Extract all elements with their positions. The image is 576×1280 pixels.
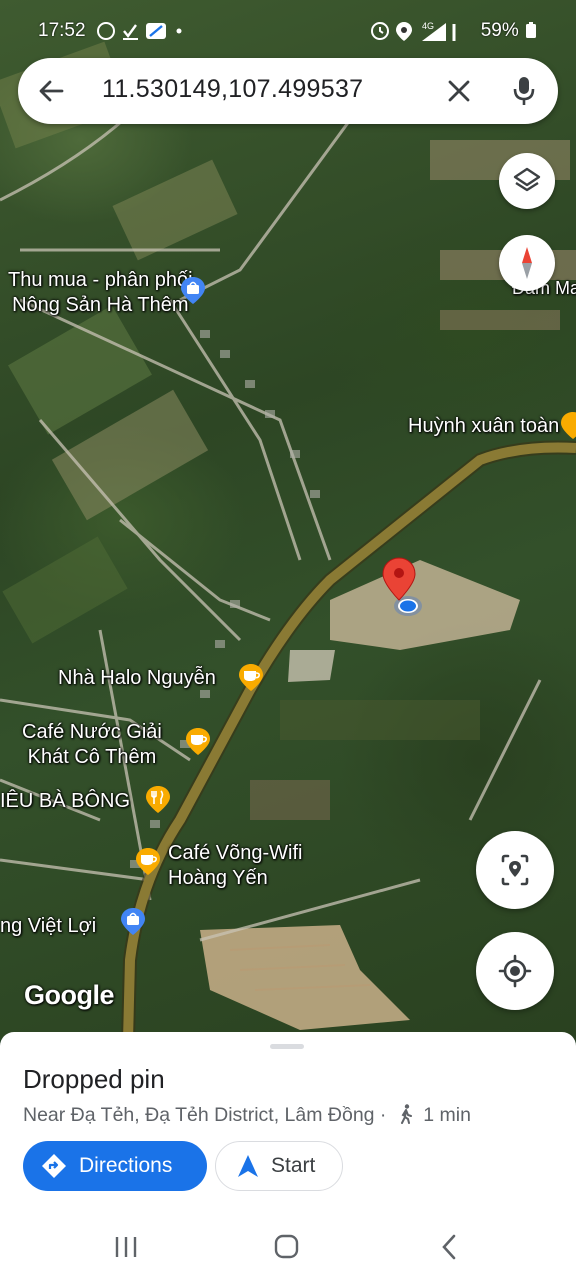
poi-label[interactable]: Café Võng-Wifi Hoàng Yến bbox=[168, 841, 303, 891]
start-label: Start bbox=[271, 1154, 316, 1177]
network-type: 4G bbox=[422, 21, 434, 31]
cafe-icon[interactable] bbox=[558, 410, 576, 440]
street-view-icon bbox=[501, 854, 529, 886]
shopping-bag-icon[interactable] bbox=[178, 275, 208, 305]
status-time: 17:52 bbox=[38, 20, 86, 41]
place-title: Dropped pin bbox=[23, 1064, 165, 1094]
search-input[interactable]: 11.530149,107.499537 bbox=[102, 75, 363, 104]
poi-label[interactable]: Huỳnh xuân toàn bbox=[408, 414, 559, 439]
recent-apps-icon[interactable] bbox=[114, 1236, 138, 1258]
navigation-arrow-icon bbox=[238, 1155, 258, 1177]
my-location-icon bbox=[498, 954, 532, 988]
place-address: Near Đạ Tẻh, Đạ Tẻh District, Lâm Đồng ·… bbox=[23, 1104, 471, 1127]
cafe-icon[interactable] bbox=[236, 662, 266, 692]
notification-icons bbox=[97, 22, 182, 40]
poi-label[interactable]: IÊU BÀ BÔNG bbox=[0, 789, 130, 814]
back-arrow-icon[interactable] bbox=[38, 78, 64, 104]
home-icon[interactable] bbox=[274, 1234, 300, 1260]
my-location-button[interactable] bbox=[476, 932, 554, 1010]
poi-label[interactable]: Café Nước Giải Khát Cô Thêm bbox=[22, 720, 162, 770]
walk-time: 1 min bbox=[423, 1104, 471, 1126]
layers-button[interactable] bbox=[499, 153, 555, 209]
compass-button[interactable] bbox=[499, 235, 555, 291]
status-bar: 17:52 4G 59% bbox=[0, 0, 576, 56]
directions-icon bbox=[42, 1154, 66, 1178]
search-bar[interactable]: 11.530149,107.499537 bbox=[18, 58, 558, 124]
restaurant-icon[interactable] bbox=[143, 784, 173, 814]
start-button[interactable]: Start bbox=[215, 1141, 343, 1191]
street-view-button[interactable] bbox=[476, 831, 554, 909]
poi-label[interactable]: ng Việt Lợi bbox=[0, 914, 96, 939]
cafe-icon[interactable] bbox=[133, 846, 163, 876]
poi-label[interactable]: Nhà Halo Nguyễn bbox=[58, 666, 216, 691]
directions-button[interactable]: Directions bbox=[23, 1141, 207, 1191]
cafe-icon[interactable] bbox=[183, 726, 213, 756]
dropped-pin-icon[interactable] bbox=[378, 556, 426, 620]
back-icon[interactable] bbox=[440, 1234, 458, 1260]
sheet-drag-handle[interactable] bbox=[270, 1044, 304, 1049]
system-nav-bar bbox=[0, 1210, 576, 1280]
directions-label: Directions bbox=[79, 1154, 173, 1177]
battery-level: 59% bbox=[481, 20, 536, 42]
address-text: Near Đạ Tẻh, Đạ Tẻh District, Lâm Đồng · bbox=[23, 1104, 387, 1126]
walking-icon bbox=[400, 1104, 412, 1124]
battery-icon bbox=[526, 22, 536, 38]
compass-icon bbox=[522, 247, 532, 279]
shopping-bag-icon[interactable] bbox=[118, 906, 148, 936]
microphone-icon[interactable] bbox=[512, 75, 536, 107]
system-status-icons: 4G bbox=[371, 21, 456, 41]
poi-label[interactable]: Thu mua - phân phối Nông Sản Hà Thêm bbox=[8, 268, 193, 318]
close-icon[interactable] bbox=[446, 78, 472, 104]
layers-icon bbox=[513, 167, 541, 192]
google-logo: Google bbox=[24, 980, 115, 1010]
